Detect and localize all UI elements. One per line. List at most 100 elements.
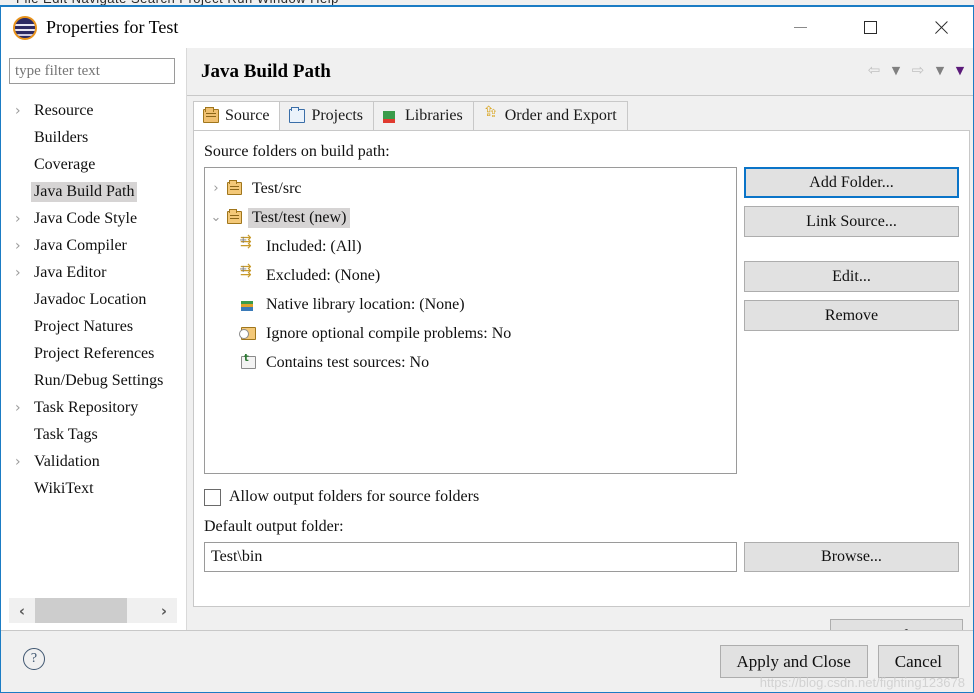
cancel-button[interactable]: Cancel bbox=[878, 645, 959, 678]
link-source-button[interactable]: Link Source... bbox=[744, 206, 959, 237]
scroll-left-icon[interactable]: ‹ bbox=[9, 602, 35, 620]
sidebar-item-java-editor[interactable]: › Java Editor bbox=[1, 259, 186, 286]
page-header: Java Build Path ⇦ ▼ ⇨ ▼ ▼ bbox=[187, 48, 974, 96]
sidebar-item-java-code-style[interactable]: › Java Code Style bbox=[1, 205, 186, 232]
back-menu-chevron-down-icon[interactable]: ▼ bbox=[888, 64, 904, 77]
books-icon bbox=[383, 109, 399, 123]
tab-label: Libraries bbox=[405, 107, 463, 125]
sidebar-item-label: Validation bbox=[31, 452, 103, 472]
default-output-folder-label: Default output folder: bbox=[204, 518, 959, 536]
tree-and-buttons-row: › Test/src ⌄ Test/test (new) Included: (… bbox=[204, 167, 959, 474]
tree-row-excluded[interactable]: Excluded: (None) bbox=[205, 261, 736, 290]
tab-libraries[interactable]: Libraries bbox=[373, 101, 474, 130]
sidebar-item-java-compiler[interactable]: › Java Compiler bbox=[1, 232, 186, 259]
sidebar-item-label: Task Tags bbox=[31, 425, 101, 445]
chevron-right-icon: › bbox=[15, 103, 31, 119]
browse-button[interactable]: Browse... bbox=[744, 542, 959, 572]
forward-menu-chevron-down-icon[interactable]: ▼ bbox=[932, 64, 948, 77]
scrollbar-thumb[interactable] bbox=[35, 598, 127, 623]
tabstrip: Source Projects Libraries Order and Expo… bbox=[193, 100, 974, 130]
tab-projects[interactable]: Projects bbox=[279, 101, 374, 130]
filter-box[interactable] bbox=[9, 58, 175, 84]
minimize-button[interactable] bbox=[777, 7, 823, 48]
sidebar-item-label: WikiText bbox=[31, 479, 97, 499]
sidebar-item-run-debug-settings[interactable]: › Run/Debug Settings bbox=[1, 367, 186, 394]
tab-order-and-export[interactable]: Order and Export bbox=[473, 101, 628, 130]
tree-row-test-src[interactable]: › Test/src bbox=[205, 174, 736, 203]
sidebar-item-javadoc-location[interactable]: › Javadoc Location bbox=[1, 286, 186, 313]
source-tab-panel: Source folders on build path: › Test/src… bbox=[193, 130, 970, 607]
tree-row-label: Test/src bbox=[248, 179, 306, 199]
chevron-right-icon: › bbox=[15, 211, 31, 227]
sidebar-item-task-tags[interactable]: › Task Tags bbox=[1, 421, 186, 448]
tree-row-included[interactable]: Included: (All) bbox=[205, 232, 736, 261]
page-navigation: ⇦ ▼ ⇨ ▼ ▼ bbox=[864, 61, 968, 79]
sidebar-item-task-repository[interactable]: › Task Repository bbox=[1, 394, 186, 421]
sidebar-item-project-natures[interactable]: › Project Natures bbox=[1, 313, 186, 340]
sidebar-item-label: Resource bbox=[31, 101, 97, 121]
chevron-right-icon: › bbox=[15, 454, 31, 470]
sidebar-item-project-references[interactable]: › Project References bbox=[1, 340, 186, 367]
sidebar-item-resource[interactable]: › Resource bbox=[1, 97, 186, 124]
dialog-title: Properties for Test bbox=[46, 17, 178, 38]
tree-row-test-test[interactable]: ⌄ Test/test (new) bbox=[205, 203, 736, 232]
settings-sidebar: › Resource › Builders › Coverage › Java … bbox=[1, 48, 187, 631]
back-arrow-icon[interactable]: ⇦ bbox=[864, 61, 884, 79]
apply-and-close-button[interactable]: Apply and Close bbox=[720, 645, 868, 678]
settings-page: Java Build Path ⇦ ▼ ⇨ ▼ ▼ Source Project… bbox=[187, 48, 974, 631]
page-title: Java Build Path bbox=[201, 61, 331, 83]
add-folder-button[interactable]: Add Folder... bbox=[744, 167, 959, 198]
chevron-right-icon: › bbox=[15, 238, 31, 254]
edit-button[interactable]: Edit... bbox=[744, 261, 959, 292]
sidebar-item-coverage[interactable]: › Coverage bbox=[1, 151, 186, 178]
tree-row-label: Contains test sources: No bbox=[262, 353, 433, 373]
inclusion-filter-icon bbox=[241, 240, 256, 253]
tree-row-ignore-problems[interactable]: Ignore optional compile problems: No bbox=[205, 319, 736, 348]
sidebar-item-builders[interactable]: › Builders bbox=[1, 124, 186, 151]
sidebar-item-label: Project Natures bbox=[31, 317, 136, 337]
open-folder-icon bbox=[289, 109, 305, 123]
dialog-footer: ? Apply and Close Cancel https://blog.cs… bbox=[1, 630, 973, 692]
filter-input[interactable] bbox=[10, 59, 174, 83]
tab-label: Order and Export bbox=[505, 107, 617, 125]
allow-output-folders-row[interactable]: Allow output folders for source folders bbox=[204, 488, 959, 506]
sidebar-horizontal-scrollbar[interactable]: ‹ › bbox=[9, 598, 177, 623]
tree-row-label: Excluded: (None) bbox=[262, 266, 384, 286]
more-menu-chevron-down-icon[interactable]: ▼ bbox=[952, 64, 968, 77]
sidebar-item-wikitext[interactable]: › WikiText bbox=[1, 475, 186, 502]
tree-row-label: Ignore optional compile problems: No bbox=[262, 324, 515, 344]
tab-label: Source bbox=[225, 107, 269, 125]
close-button[interactable] bbox=[917, 7, 963, 48]
tree-row-native-library[interactable]: Native library location: (None) bbox=[205, 290, 736, 319]
chevron-right-icon[interactable]: › bbox=[205, 181, 227, 196]
default-output-folder-input[interactable] bbox=[204, 542, 737, 572]
maximize-button[interactable] bbox=[847, 7, 893, 48]
eclipse-logo-icon bbox=[13, 16, 37, 40]
sidebar-item-label: Java Compiler bbox=[31, 236, 130, 256]
chevron-down-icon[interactable]: ⌄ bbox=[205, 210, 227, 225]
scroll-right-icon[interactable]: › bbox=[151, 602, 177, 620]
sidebar-item-validation[interactable]: › Validation bbox=[1, 448, 186, 475]
ignore-problems-icon bbox=[241, 327, 256, 340]
default-output-folder-row: Browse... bbox=[204, 542, 959, 572]
source-folders-tree[interactable]: › Test/src ⌄ Test/test (new) Included: (… bbox=[204, 167, 737, 474]
forward-arrow-icon[interactable]: ⇨ bbox=[908, 61, 928, 79]
package-folder-icon bbox=[227, 211, 242, 224]
sidebar-item-label: Javadoc Location bbox=[31, 290, 149, 310]
sidebar-item-label: Project References bbox=[31, 344, 157, 364]
tree-row-label: Included: (All) bbox=[262, 237, 366, 257]
settings-tree[interactable]: › Resource › Builders › Coverage › Java … bbox=[1, 94, 186, 614]
tree-row-test-sources[interactable]: Contains test sources: No bbox=[205, 348, 736, 377]
test-sources-icon bbox=[241, 356, 256, 369]
help-icon[interactable]: ? bbox=[23, 648, 45, 670]
allow-output-folders-checkbox[interactable] bbox=[204, 489, 221, 506]
properties-dialog: Properties for Test › Resource › bbox=[0, 5, 974, 693]
sidebar-item-java-build-path[interactable]: › Java Build Path bbox=[1, 178, 186, 205]
source-folders-label: Source folders on build path: bbox=[204, 143, 959, 161]
sidebar-item-label: Java Code Style bbox=[31, 209, 140, 229]
sidebar-item-label: Coverage bbox=[31, 155, 98, 175]
remove-button[interactable]: Remove bbox=[744, 300, 959, 331]
tab-source[interactable]: Source bbox=[193, 101, 280, 130]
sidebar-item-label: Run/Debug Settings bbox=[31, 371, 166, 391]
dialog-body: › Resource › Builders › Coverage › Java … bbox=[1, 48, 973, 631]
